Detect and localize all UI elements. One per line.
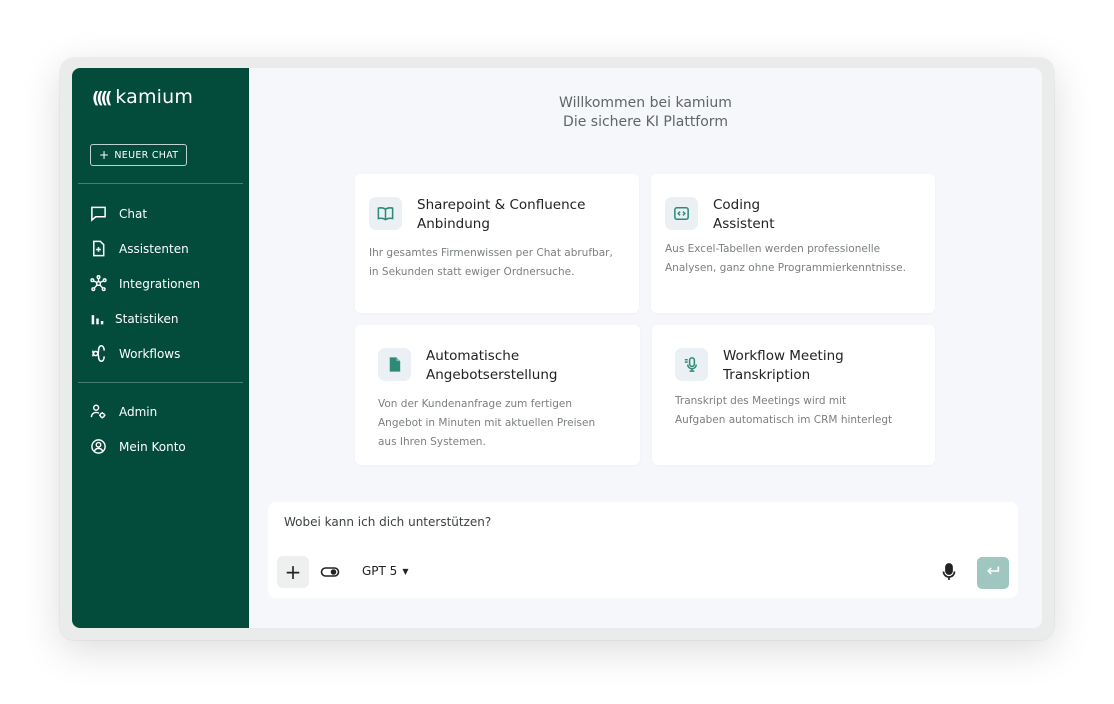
sidebar-item-chat[interactable]: Chat xyxy=(90,196,200,231)
enter-arrow-icon xyxy=(985,563,1001,583)
new-chat-label: NEUER CHAT xyxy=(114,149,179,161)
toggle-icon[interactable] xyxy=(320,564,340,580)
assistant-icon xyxy=(90,240,107,257)
card-description: Transkript des Meetings wird mit Aufgaben… xyxy=(675,395,893,426)
card-title: Workflow Meeting Transkription xyxy=(723,348,844,383)
sidebar-item-admin[interactable]: Admin xyxy=(90,394,186,429)
welcome-subtitle: Die sichere KI Plattform xyxy=(563,114,728,130)
feature-card-angebot[interactable]: Automatische Angebotserstellung Von der K… xyxy=(355,325,640,465)
sidebar-item-label: Workflows xyxy=(119,346,181,361)
welcome-title: Willkommen bei kamium xyxy=(559,95,732,111)
sidebar-divider xyxy=(78,382,243,383)
feature-card-sharepoint[interactable]: Sharepoint & Confluence Anbindung Ihr ges… xyxy=(355,174,639,313)
sidebar-item-label: Assistenten xyxy=(119,241,189,256)
card-title: Automatische Angebotserstellung xyxy=(426,348,558,383)
sidebar-item-workflows[interactable]: Workflows xyxy=(90,336,200,371)
statistics-icon xyxy=(90,310,105,327)
add-attachment-button[interactable]: + xyxy=(277,556,309,588)
code-icon xyxy=(665,197,698,230)
main-area: Willkommen bei kamium Die sichere KI Pla… xyxy=(249,68,1042,628)
model-selector[interactable]: GPT 5 ▼ xyxy=(362,564,408,578)
sidebar-item-label: Mein Konto xyxy=(119,439,186,454)
sidebar-item-statistiken[interactable]: Statistiken xyxy=(90,301,200,336)
card-description: Ihr gesamtes Firmenwissen per Chat abruf… xyxy=(369,247,613,278)
sidebar: (((( kamium + NEUER CHAT Chat Assistente… xyxy=(72,68,249,628)
card-description: Aus Excel-Tabellen werden professionelle… xyxy=(665,243,906,274)
account-icon xyxy=(90,438,107,455)
sidebar-item-assistenten[interactable]: Assistenten xyxy=(90,231,200,266)
sidebar-nav-main: Chat Assistenten Integrationen Statistik… xyxy=(90,196,200,371)
sidebar-item-label: Statistiken xyxy=(115,311,179,326)
sidebar-item-label: Admin xyxy=(119,404,158,419)
microphone-icon[interactable] xyxy=(940,562,958,582)
microphone-icon xyxy=(675,348,708,381)
feature-card-coding[interactable]: Coding Assistent Aus Excel-Tabellen werde… xyxy=(651,174,935,313)
sidebar-item-mein-konto[interactable]: Mein Konto xyxy=(90,429,186,464)
card-title: Coding Assistent xyxy=(713,197,775,232)
app-window: (((( kamium + NEUER CHAT Chat Assistente… xyxy=(72,68,1042,628)
workflows-icon xyxy=(90,345,107,362)
sidebar-item-integrationen[interactable]: Integrationen xyxy=(90,266,200,301)
card-description: Von der Kundenanfrage zum fertigen Angebo… xyxy=(378,398,596,448)
plus-icon: + xyxy=(99,148,110,162)
sidebar-item-label: Integrationen xyxy=(119,276,201,291)
chat-icon xyxy=(90,205,107,222)
logo-waves-icon: (((( xyxy=(92,87,112,107)
sidebar-nav-account: Admin Mein Konto xyxy=(90,394,186,464)
logo-text: kamium xyxy=(115,86,194,108)
document-icon xyxy=(378,348,411,381)
welcome-header: Willkommen bei kamium Die sichere KI Pla… xyxy=(249,94,1042,132)
chat-input-box: + GPT 5 ▼ xyxy=(268,502,1018,598)
book-icon xyxy=(369,197,402,230)
sidebar-divider xyxy=(78,183,243,184)
chat-input[interactable] xyxy=(284,515,884,529)
admin-icon xyxy=(90,403,107,420)
feature-card-meeting[interactable]: Workflow Meeting Transkription Transkript… xyxy=(652,325,935,465)
new-chat-button[interactable]: + NEUER CHAT xyxy=(90,144,188,166)
model-label: GPT 5 xyxy=(362,564,398,578)
sidebar-item-label: Chat xyxy=(119,206,148,221)
send-button[interactable] xyxy=(977,557,1009,589)
card-title: Sharepoint & Confluence Anbindung xyxy=(417,197,586,232)
integrations-icon xyxy=(90,275,107,292)
caret-down-icon: ▼ xyxy=(402,566,409,576)
logo[interactable]: (((( kamium xyxy=(92,86,193,108)
